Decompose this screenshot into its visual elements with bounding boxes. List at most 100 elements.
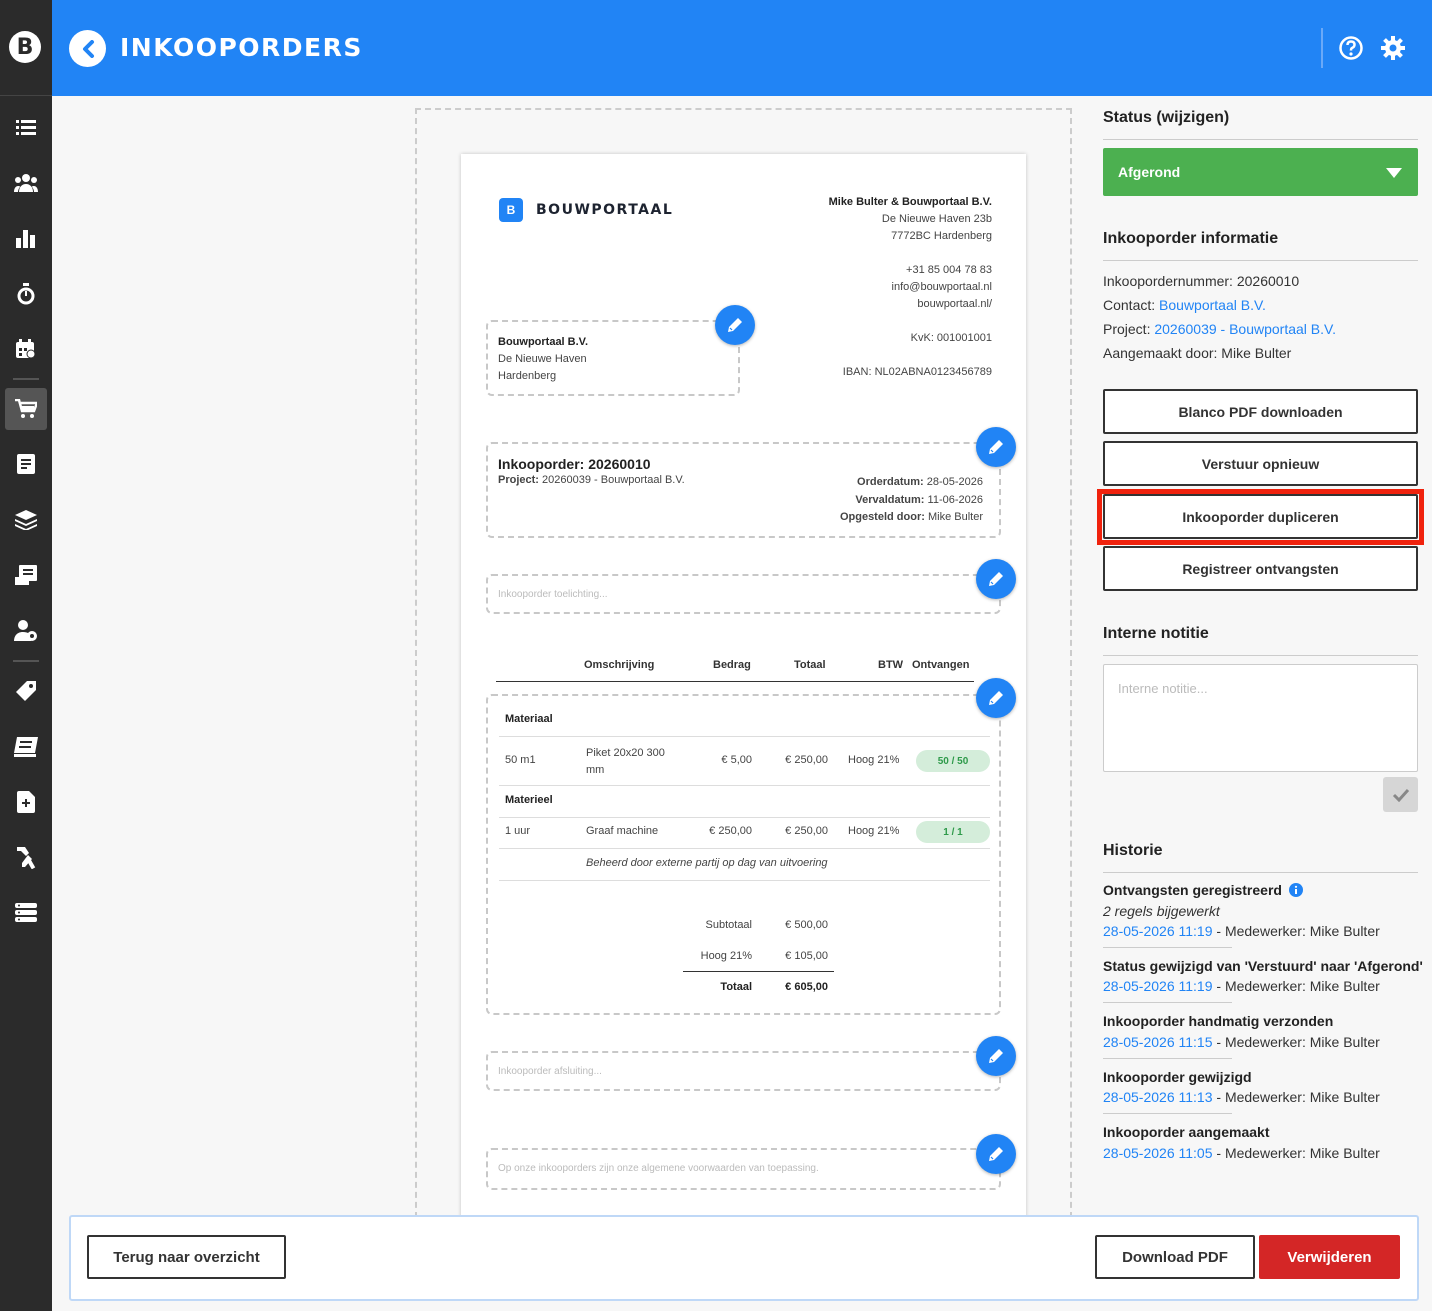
- info-aangemaakt: Aangemaakt door: Mike Bulter: [1103, 345, 1291, 361]
- help-icon[interactable]: [1339, 36, 1363, 65]
- info-project: Project: 20260039 - Bouwportaal B.V.: [1103, 321, 1336, 337]
- invoice-icon[interactable]: [14, 563, 38, 587]
- history-date[interactable]: 28-05-2026 11:05: [1103, 1145, 1213, 1161]
- row-bedrag: € 250,00: [709, 825, 752, 837]
- received-badge: 1 / 1: [916, 821, 990, 843]
- calendar-icon[interactable]: [14, 337, 38, 361]
- row-btw: Hoog 21%: [848, 754, 900, 766]
- recipient-street: De Nieuwe Haven: [498, 353, 587, 365]
- notitie-title: Interne notitie: [1103, 625, 1209, 642]
- users-icon[interactable]: [14, 171, 38, 195]
- download-pdf-button[interactable]: Download PDF: [1095, 1235, 1255, 1279]
- project-link[interactable]: 20260039 - Bouwportaal B.V.: [1154, 321, 1336, 337]
- purchase-order-document: B BOUWPORTAAL Mike Bulter & Bouwportaal …: [461, 154, 1026, 1224]
- company-name: Mike Bulter & Bouwportaal B.V.: [828, 196, 992, 208]
- toelichting-block[interactable]: Inkooporder toelichting...: [486, 574, 1001, 614]
- cart-icon[interactable]: [14, 397, 38, 421]
- history-divider: [1103, 1058, 1232, 1059]
- history-date[interactable]: 28-05-2026 11:15: [1103, 1034, 1213, 1050]
- edit-recipient-button[interactable]: [715, 305, 755, 345]
- group-name: Materieel: [505, 794, 553, 806]
- row-totaal: € 250,00: [785, 825, 828, 837]
- history-meta: 28-05-2026 11:19 - Medewerker: Mike Bult…: [1103, 923, 1380, 939]
- document-icon[interactable]: [14, 452, 38, 476]
- company-web: bouwportaal.nl/: [917, 298, 992, 310]
- blanco-pdf-button[interactable]: Blanco PDF downloaden: [1103, 389, 1418, 434]
- vervaldatum-value: 11-06-2026: [927, 493, 983, 506]
- book-icon[interactable]: [14, 735, 38, 759]
- group-name: Materiaal: [505, 713, 553, 725]
- save-note-button[interactable]: [1383, 777, 1418, 812]
- edit-afsluiting-button[interactable]: [976, 1036, 1016, 1076]
- server-icon[interactable]: [14, 901, 38, 925]
- tools-icon[interactable]: [14, 846, 38, 870]
- edit-toelichting-button[interactable]: [976, 559, 1016, 599]
- afsluiting-block[interactable]: Inkooporder afsluiting...: [486, 1051, 1001, 1091]
- layers-icon[interactable]: [14, 508, 38, 532]
- voorwaarden-block[interactable]: Op onze inkooporders zijn onze algemene …: [486, 1148, 1001, 1190]
- orderdatum-value: 28-05-2026: [926, 476, 983, 488]
- status-dropdown[interactable]: Afgerond: [1103, 148, 1418, 196]
- document-brand: B BOUWPORTAAL: [499, 198, 673, 222]
- pencil-icon: [728, 318, 742, 332]
- company-address: Mike Bulter & Bouwportaal B.V. De Nieuwe…: [829, 194, 992, 381]
- logo-area: B: [0, 0, 52, 96]
- history-meta: 28-05-2026 11:15 - Medewerker: Mike Bult…: [1103, 1034, 1380, 1050]
- row-note: Beheerd door externe partij op dag van u…: [586, 857, 828, 869]
- gear-icon[interactable]: [1381, 36, 1405, 65]
- edit-order-header-button[interactable]: [976, 427, 1016, 467]
- history-title: Inkooporder gewijzigd: [1103, 1069, 1252, 1085]
- row-bedrag: € 5,00: [721, 754, 752, 766]
- history-title: Ontvangsten geregistreerd: [1103, 882, 1282, 898]
- project-label: Project:: [1103, 321, 1151, 337]
- history-date[interactable]: 28-05-2026 11:19: [1103, 923, 1213, 939]
- history-item: Status gewijzigd van 'Verstuurd' naar 'A…: [1103, 958, 1423, 974]
- resend-button[interactable]: Verstuur opnieuw: [1103, 441, 1418, 486]
- back-to-overview-button[interactable]: Terug naar overzicht: [87, 1235, 286, 1279]
- action-footer: Terug naar overzicht Download PDF Verwij…: [69, 1215, 1419, 1301]
- history-divider: [1103, 1113, 1232, 1114]
- row-divider: [499, 817, 990, 818]
- recipient-block[interactable]: Bouwportaal B.V. De Nieuwe Haven Hardenb…: [486, 320, 740, 396]
- orderdatum-label: Orderdatum:: [857, 476, 924, 488]
- history-by: - Medewerker: Mike Bulter: [1212, 978, 1380, 994]
- order-header-block[interactable]: Inkooporder: 20260010 Project: 20260039 …: [486, 442, 1001, 538]
- row-desc: Piket 20x20 300 mm: [586, 747, 665, 776]
- internal-note-textarea[interactable]: Interne notitie...: [1103, 664, 1418, 772]
- user-settings-icon[interactable]: [14, 619, 38, 643]
- tag-icon[interactable]: [14, 679, 38, 703]
- list-icon[interactable]: [14, 116, 38, 140]
- aangemaakt-label: Aangemaakt door:: [1103, 345, 1218, 361]
- edit-voorwaarden-button[interactable]: [976, 1134, 1016, 1174]
- contact-link[interactable]: Bouwportaal B.V.: [1159, 297, 1266, 313]
- app-logo[interactable]: B: [9, 31, 41, 63]
- order-project-label: Project:: [498, 474, 539, 486]
- history-date[interactable]: 28-05-2026 11:13: [1103, 1089, 1213, 1105]
- history-date[interactable]: 28-05-2026 11:19: [1103, 978, 1213, 994]
- totaal-value: € 605,00: [785, 981, 828, 993]
- delete-button[interactable]: Verwijderen: [1259, 1235, 1400, 1279]
- history-meta: 28-05-2026 11:05 - Medewerker: Mike Bult…: [1103, 1145, 1380, 1161]
- row-divider: [499, 785, 990, 786]
- back-button[interactable]: [69, 30, 106, 67]
- edit-lines-button[interactable]: [976, 678, 1016, 718]
- subtotaal-value: € 500,00: [785, 919, 828, 931]
- register-receipts-button[interactable]: Registreer ontvangsten: [1103, 546, 1418, 591]
- pencil-icon: [989, 1147, 1003, 1161]
- stopwatch-icon[interactable]: [14, 282, 38, 306]
- info-title: Inkooporder informatie: [1103, 230, 1279, 247]
- opgesteld-value: Mike Bulter: [927, 511, 983, 523]
- section-divider: [1103, 872, 1418, 873]
- section-divider: [1103, 139, 1418, 140]
- bar-chart-icon[interactable]: [14, 226, 38, 250]
- history-meta: 28-05-2026 11:19 - Medewerker: Mike Bult…: [1103, 978, 1380, 994]
- order-lines-table[interactable]: Materiaal 50 m1 Piket 20x20 300 mm € 5,0…: [486, 694, 1001, 1015]
- info-icon[interactable]: [1288, 883, 1303, 897]
- history-meta: 28-05-2026 11:13 - Medewerker: Mike Bult…: [1103, 1089, 1380, 1105]
- status-title: Status (wijzigen): [1103, 109, 1230, 126]
- vervaldatum-label: Vervaldatum:: [855, 493, 925, 506]
- file-plus-icon[interactable]: [14, 790, 38, 814]
- contact-label: Contact:: [1103, 297, 1156, 313]
- check-icon: [1392, 788, 1409, 802]
- company-phone: +31 85 004 78 83: [906, 264, 992, 276]
